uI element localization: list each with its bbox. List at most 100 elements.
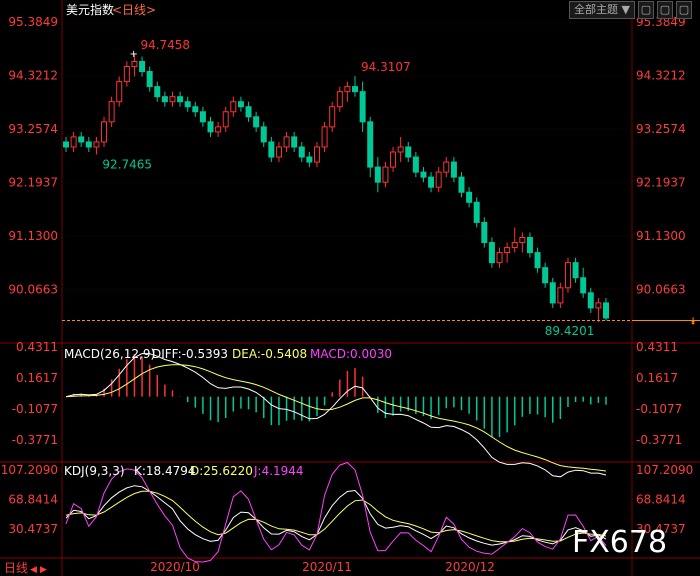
candle-body xyxy=(131,60,138,68)
macd-tick-left: -0.1077 xyxy=(12,402,58,416)
maximize-button[interactable]: ▢ xyxy=(657,1,673,19)
macd-tick-right: 0.1617 xyxy=(636,371,678,385)
candle-body xyxy=(222,111,229,128)
candle-body xyxy=(435,171,442,188)
subject-dropdown[interactable]: 全部主题 ▼ xyxy=(569,1,635,19)
candle-body xyxy=(572,262,579,279)
macd-dea-label: DEA:-0.5408 xyxy=(232,347,307,361)
candle-body xyxy=(344,86,351,93)
candle-body xyxy=(359,91,366,123)
kdj-k-line xyxy=(65,485,607,546)
price-tick-left: 95.3849 xyxy=(8,15,58,29)
candle-body xyxy=(108,101,115,123)
macd-tick-left: -0.3771 xyxy=(12,433,58,447)
candle-body xyxy=(291,136,298,148)
candle-body xyxy=(534,252,541,269)
kdj-d-label: D:25.6220 xyxy=(190,464,253,478)
price-tick-left: 92.1937 xyxy=(8,175,58,189)
candle-body xyxy=(557,287,564,304)
high-annotation-1: 94.7458 xyxy=(140,38,190,52)
candle-body xyxy=(336,91,343,108)
close-button[interactable]: ▢ xyxy=(676,1,692,19)
candle-body xyxy=(603,302,609,319)
candle-body xyxy=(139,60,146,73)
candle-body xyxy=(382,166,389,183)
candle-body xyxy=(169,96,176,103)
candle-body xyxy=(511,242,518,249)
candle-body xyxy=(177,96,184,103)
watermark-text: FX678 xyxy=(572,525,667,560)
low-annotation-1: 92.7465 xyxy=(102,158,152,172)
candle-body xyxy=(526,237,533,254)
candle-body xyxy=(78,136,85,143)
candle-body xyxy=(161,96,168,103)
price-tick-right: 91.1300 xyxy=(636,229,686,243)
candle-body xyxy=(321,126,328,148)
candle-body xyxy=(230,101,237,113)
chevron-down-icon: ▼ xyxy=(621,3,630,16)
price-tick-right: 92.1937 xyxy=(636,175,686,189)
candle-body xyxy=(458,176,465,193)
candle-body xyxy=(184,101,191,108)
toolbar: 全部主题 ▼ ▢ ▢ ▢ xyxy=(569,1,692,19)
kdj-j-label: J:4.1944 xyxy=(253,464,304,478)
candle-body xyxy=(85,141,92,148)
kdj-tick-right: 107.2090 xyxy=(636,463,693,477)
candle-body xyxy=(123,66,130,83)
high-marker-icon: + xyxy=(129,49,137,60)
x-axis-label: 2020/12 xyxy=(445,560,495,574)
candle-body xyxy=(329,106,336,128)
low-annotation-last: 89.4201 xyxy=(545,324,595,338)
candle-body xyxy=(283,136,290,148)
x-axis-label: 2020/10 xyxy=(150,560,200,574)
price-tick-left: 94.3212 xyxy=(8,68,58,82)
candle-body xyxy=(63,141,69,148)
period-button: 日线 xyxy=(4,561,28,575)
candle-body xyxy=(519,237,526,244)
candle-body xyxy=(253,116,260,128)
candle-body xyxy=(215,126,222,133)
candle-body xyxy=(245,106,252,118)
subject-dropdown-label: 全部主题 xyxy=(574,3,619,16)
price-tick-right: 90.0663 xyxy=(636,282,686,296)
candle-body xyxy=(450,161,457,178)
macd-value-label: MACD:0.0030 xyxy=(310,347,392,361)
candle-body xyxy=(595,302,602,309)
candle-body xyxy=(466,191,473,203)
candle-body xyxy=(496,252,503,264)
candle-body xyxy=(146,71,153,88)
prev-arrow-icon: ◀ xyxy=(30,565,37,575)
x-axis-label: 2020/11 xyxy=(302,560,352,574)
macd-tick-right: -0.1077 xyxy=(636,402,682,416)
candle-body xyxy=(428,176,435,188)
candle-body xyxy=(313,146,320,163)
candle-body xyxy=(268,141,275,158)
minimize-button[interactable]: ▢ xyxy=(638,1,654,19)
candle-body xyxy=(504,247,511,254)
candle-body xyxy=(367,121,374,168)
candle-body xyxy=(481,221,488,244)
last-price-marker-icon: ⯯ xyxy=(690,316,696,327)
candle-body xyxy=(116,81,123,103)
candle-body xyxy=(237,101,244,108)
price-tick-left: 93.2574 xyxy=(8,122,58,136)
candle-body xyxy=(542,267,549,284)
price-tick-right: 94.3212 xyxy=(636,68,686,82)
candle-body xyxy=(488,242,495,264)
candle-body xyxy=(101,121,108,143)
candle-body xyxy=(580,277,587,294)
candle-body xyxy=(405,146,412,158)
candle-body xyxy=(154,86,161,98)
macd-tick-right: -0.3771 xyxy=(636,433,682,447)
kdj-label: KDJ(9,3,3) xyxy=(64,464,125,478)
candle-body xyxy=(199,111,206,123)
candle-body xyxy=(260,126,267,143)
candle-body xyxy=(298,146,305,158)
candle-body xyxy=(564,262,571,289)
macd-diff-line xyxy=(65,352,607,478)
period-label: <日线> xyxy=(112,3,156,17)
kdj-tick-right: 68.8414 xyxy=(636,492,686,506)
candle-body xyxy=(374,166,381,183)
price-tick-right: 93.2574 xyxy=(636,122,686,136)
macd-label: MACD(26,12,9) xyxy=(64,347,155,361)
